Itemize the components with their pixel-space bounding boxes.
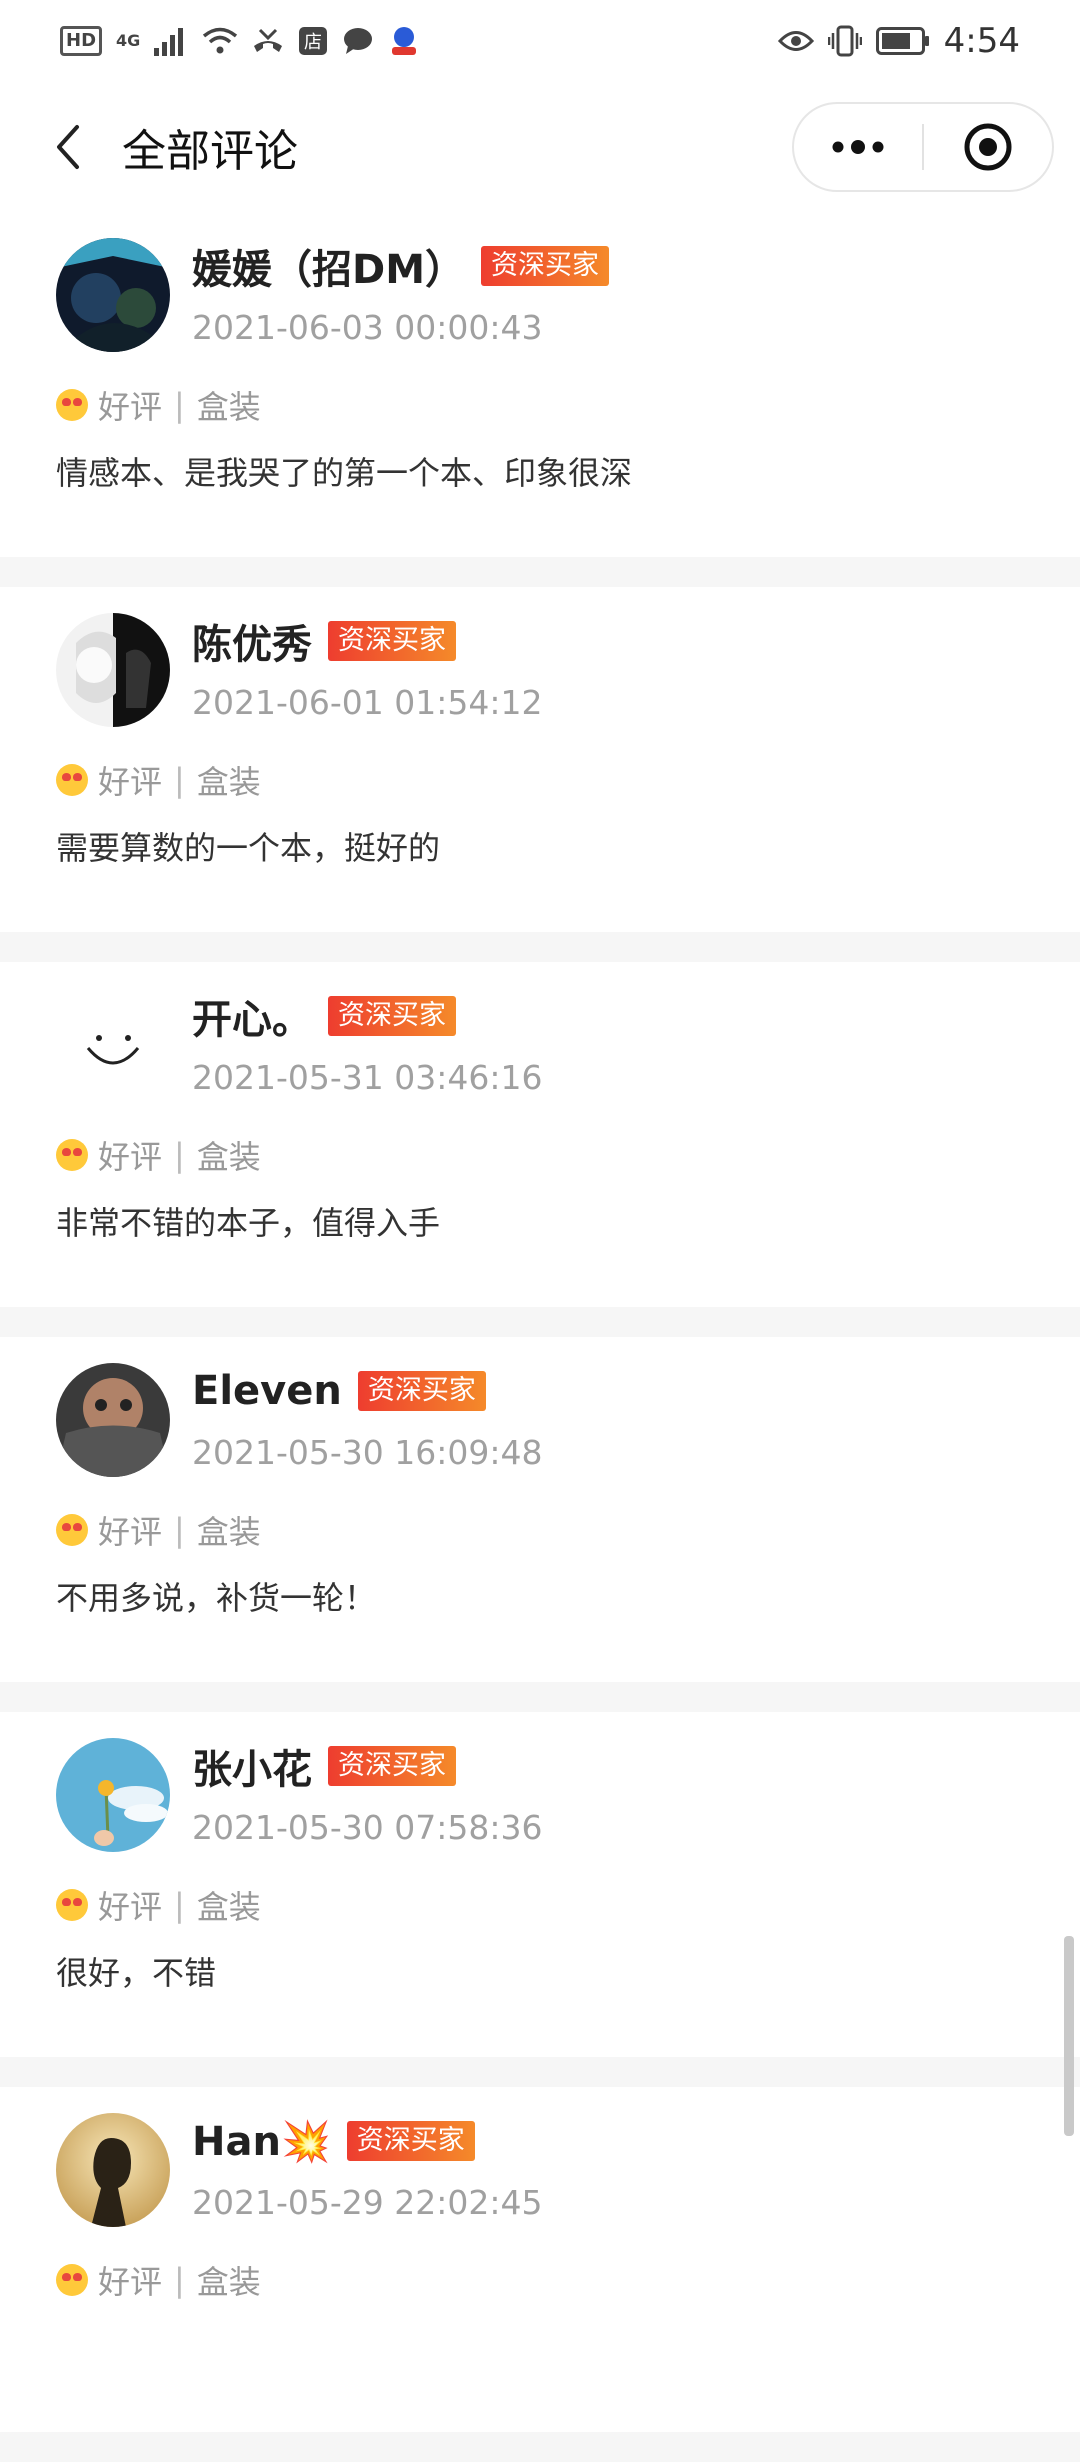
package-label: 盒装 [196,1138,261,1176]
eye-icon [777,28,814,54]
status-bar: HD 4G 店 4:54 [0,0,1080,82]
miniprogram-capsule [792,102,1054,192]
separator: | [174,1511,185,1549]
username: Eleven [192,1368,342,1414]
store-app-icon: 店 [298,26,328,56]
username: 媛媛（招DM） [192,247,466,293]
target-close-icon [964,123,1012,171]
status-left: HD 4G 店 [60,25,420,57]
username: 开心。 [192,997,312,1043]
package-label: 盒装 [196,2263,261,2301]
review-card: 陈优秀 资深买家 2021-06-01 01:54:12 好评 | 盒装 需要算… [0,587,1080,932]
heart-eyes-emoji-icon [56,1139,88,1171]
svg-text:店: 店 [304,32,322,53]
status-right: 4:54 [777,21,1020,61]
avatar[interactable] [56,2113,170,2227]
review-card: Eleven 资深买家 2021-05-30 16:09:48 好评 | 盒装 … [0,1337,1080,1682]
signal-bars-icon [154,26,188,56]
review-date: 2021-05-31 03:46:16 [192,1058,543,1097]
separator: | [174,761,185,799]
name-row: 媛媛（招DM） 资深买家 [192,238,610,294]
chevron-left-icon [57,125,79,169]
senior-buyer-badge: 资深买家 [328,621,456,661]
rating-row: 好评 | 盒装 [56,757,261,803]
rating-row: 好评 | 盒装 [56,1132,261,1178]
name-row: 张小花 资深买家 [192,1738,456,1794]
username: 陈优秀 [192,622,312,668]
battery-icon [875,27,930,55]
avatar[interactable] [56,1738,170,1852]
avatar[interactable] [56,988,170,1102]
name-row: 开心。 资深买家 [192,988,456,1044]
senior-buyer-badge: 资深买家 [328,1746,456,1786]
review-card: 开心。 资深买家 2021-05-31 03:46:16 好评 | 盒装 非常不… [0,962,1080,1307]
more-dots-icon [832,140,884,154]
rating-label: 好评 [98,2263,163,2301]
page-title: 全部评论 [122,126,298,177]
separator: | [174,1136,185,1174]
rating-row: 好评 | 盒装 [56,382,261,428]
close-miniprogram-button[interactable] [924,104,1052,190]
review-comment: 情感本、是我哭了的第一个本、印象很深 [56,454,633,492]
review-card: Han💥 资深买家 2021-05-29 22:02:45 好评 | 盒装 [0,2087,1080,2432]
package-label: 盒装 [196,1888,261,1926]
name-row: Eleven 资深买家 [192,1363,486,1419]
review-comment: 很好，不错 [56,1954,217,1992]
review-card: 张小花 资深买家 2021-05-30 07:58:36 好评 | 盒装 很好，… [0,1712,1080,2057]
avatar[interactable] [56,1363,170,1477]
heart-eyes-emoji-icon [56,389,88,421]
name-row: Han💥 资深买家 [192,2113,475,2169]
package-label: 盒装 [196,763,261,801]
heart-eyes-emoji-icon [56,764,88,796]
username: Han💥 [192,2118,331,2165]
network-type-label: 4G [116,31,141,50]
wifi-icon [202,26,238,56]
avatar[interactable] [56,238,170,352]
heart-eyes-emoji-icon [56,1889,88,1921]
more-button[interactable] [794,104,922,190]
rating-label: 好评 [98,388,163,426]
review-date: 2021-05-30 16:09:48 [192,1433,543,1472]
review-comment: 非常不错的本子，值得入手 [56,1204,441,1242]
separator: | [174,1886,185,1924]
senior-buyer-badge: 资深买家 [328,996,456,1036]
heart-eyes-emoji-icon [56,2264,88,2296]
separator: | [174,386,185,424]
review-date: 2021-05-29 22:02:45 [192,2183,543,2222]
review-date: 2021-06-01 01:54:12 [192,683,543,722]
heart-eyes-emoji-icon [56,1514,88,1546]
scrollbar-thumb[interactable] [1064,1936,1074,2136]
clock: 4:54 [943,21,1020,61]
missed-call-icon [252,26,284,56]
review-card: 媛媛（招DM） 资深买家 2021-06-03 00:00:43 好评 | 盒装… [0,212,1080,557]
signal-icon: 4G [116,33,140,49]
rating-label: 好评 [98,1513,163,1551]
back-button[interactable] [38,117,98,177]
avatar[interactable] [56,613,170,727]
separator: | [174,2261,185,2299]
rating-row: 好评 | 盒装 [56,1882,261,1928]
review-comment: 需要算数的一个本，挺好的 [56,829,441,867]
senior-buyer-badge: 资深买家 [357,1371,486,1411]
rating-row: 好评 | 盒装 [56,1507,261,1553]
package-label: 盒装 [196,1513,261,1551]
chat-bubble-icon [342,26,374,56]
rating-label: 好评 [98,763,163,801]
name-row: 陈优秀 资深买家 [192,613,456,669]
review-comment: 不用多说，补货一轮！ [56,1579,377,1617]
review-date: 2021-05-30 07:58:36 [192,1808,543,1847]
senior-buyer-badge: 资深买家 [346,2121,475,2161]
baidu-app-icon [388,25,420,57]
package-label: 盒装 [196,388,261,426]
senior-buyer-badge: 资深买家 [481,246,610,286]
vibrate-icon [827,25,862,57]
nav-bar: 全部评论 [0,82,1080,212]
rating-label: 好评 [98,1888,163,1926]
rating-row: 好评 | 盒装 [56,2257,261,2303]
hd-icon: HD [60,26,103,56]
username: 张小花 [192,1747,312,1793]
rating-label: 好评 [98,1138,163,1176]
review-list: 媛媛（招DM） 资深买家 2021-06-03 00:00:43 好评 | 盒装… [0,212,1080,2462]
review-date: 2021-06-03 00:00:43 [192,308,543,347]
